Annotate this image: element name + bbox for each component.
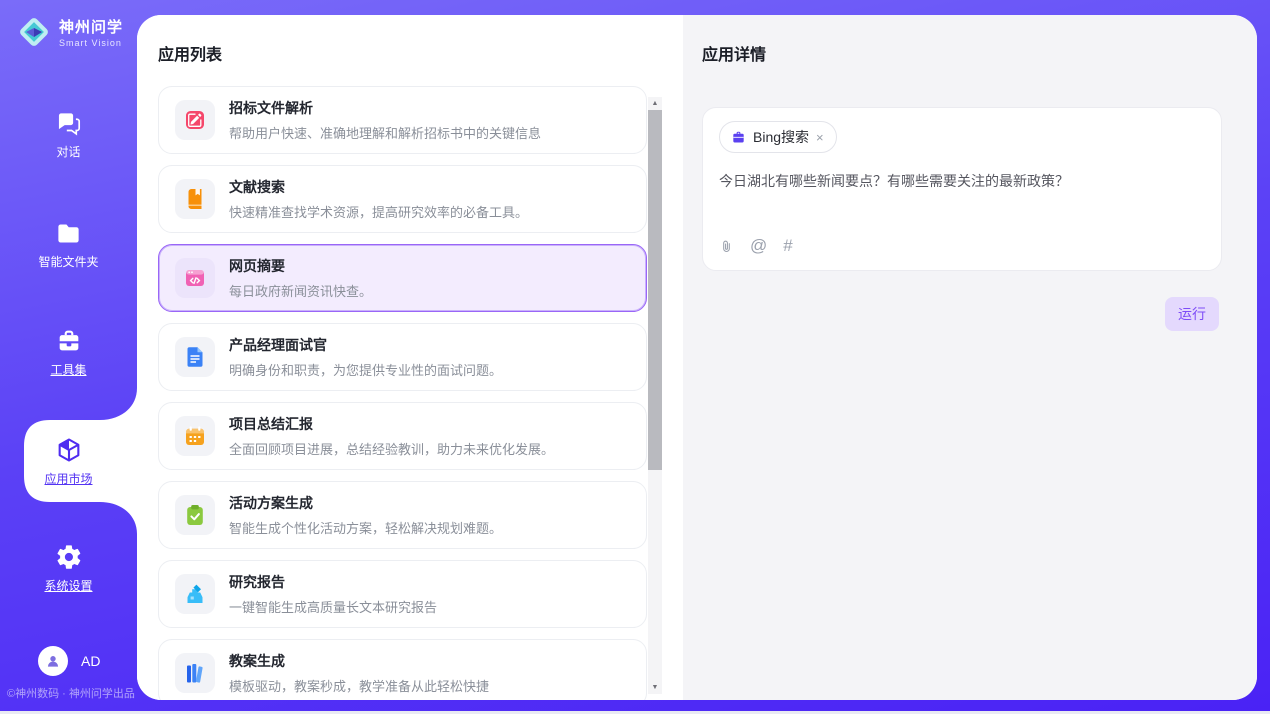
app-icon-container [175,416,215,456]
tool-tag-bing-search: Bing搜索 × [719,121,837,153]
app-card[interactable]: 活动方案生成 智能生成个性化活动方案，轻松解决规划难题。 [158,481,647,549]
sidebar-item-label: 智能文件夹 [38,253,98,270]
app-icon-container [175,653,215,693]
app-detail-title: 应用详情 [702,41,1222,65]
app-name: 教案生成 [229,651,489,671]
app-icon-container [175,495,215,535]
sidebar-item-label: 工具集 [50,361,86,378]
app-description: 全面回顾项目进展，总结经验教训，助力未来优化发展。 [229,439,554,458]
scrollbar-down-icon[interactable]: ▼ [648,681,662,694]
scrollbar-track[interactable]: ▲ ▼ [648,97,662,694]
app-card[interactable]: 教案生成 模板驱动，教案秒成，教学准备从此轻松快捷 [158,639,647,700]
sidebar-item-smart-folder[interactable]: 智能文件夹 [0,220,137,270]
app-card[interactable]: 文献搜索 快速精准查找学术资源，提高研究效率的必备工具。 [158,165,647,233]
cube-icon [55,436,83,464]
calendar-icon [183,424,207,448]
app-name: 研究报告 [229,572,437,592]
user-initials: AD [81,653,100,669]
hash-icon[interactable]: # [783,236,792,256]
app-description: 模板驱动，教案秒成，教学准备从此轻松快捷 [229,676,489,695]
app-description: 一键智能生成高质量长文本研究报告 [229,597,437,616]
brand-logo-icon [16,14,52,50]
ink-pen-icon [183,582,207,606]
app-icon-container [175,100,215,140]
sidebar-item-label: 应用市场 [44,470,92,487]
user-icon [44,652,62,670]
app-name: 产品经理面试官 [229,335,502,355]
app-card[interactable]: 招标文件解析 帮助用户快速、准确地理解和解析招标书中的关键信息 [158,86,647,154]
sidebar-item-settings[interactable]: 系统设置 [0,543,137,594]
sidebar-item-chat[interactable]: 对话 [0,110,137,160]
chat-icon [55,110,82,137]
main-window: 应用列表 招标文件解析 帮助用户快速、准确地理解和解析招标书中的关键信息 文献搜… [137,15,1257,700]
app-description: 帮助用户快速、准确地理解和解析招标书中的关键信息 [229,123,541,142]
edit-doc-icon [183,108,207,132]
app-list-panel: 应用列表 招标文件解析 帮助用户快速、准确地理解和解析招标书中的关键信息 文献搜… [137,15,683,700]
app-icon-container [175,258,215,298]
mention-icon[interactable]: @ [750,236,767,256]
folder-icon [55,220,82,247]
sidebar-item-label: 对话 [56,143,80,160]
app-icon-container [175,337,215,377]
sidebar-item-label: 系统设置 [44,577,92,594]
app-icon-container [175,574,215,614]
user-account[interactable]: AD [38,646,100,676]
briefcase-icon [731,130,746,145]
brand-subtitle: Smart Vision [59,38,123,48]
app-description: 快速精准查找学术资源，提高研究效率的必备工具。 [229,202,528,221]
app-name: 招标文件解析 [229,98,541,118]
sidebar-item-toolbox[interactable]: 工具集 [0,327,137,378]
run-button[interactable]: 运行 [1165,297,1219,331]
gear-icon [55,543,83,571]
app-name: 活动方案生成 [229,493,502,513]
app-name: 网页摘要 [229,256,372,276]
tool-tag-label: Bing搜索 [753,127,809,147]
brand: 神州问学 Smart Vision [16,14,123,50]
app-card[interactable]: 网页摘要 每日政府新闻资讯快查。 [158,244,647,312]
books-icon [183,661,207,685]
app-description: 明确身份和职责，为您提供专业性的面试问题。 [229,360,502,379]
app-list-title: 应用列表 [158,41,647,65]
app-card[interactable]: 研究报告 一键智能生成高质量长文本研究报告 [158,560,647,628]
book-icon [183,187,207,211]
app-card[interactable]: 项目总结汇报 全面回顾项目进展，总结经验教训，助力未来优化发展。 [158,402,647,470]
app-run-card: Bing搜索 × 今日湖北有哪些新闻要点？有哪些需要关注的最新政策？ @ # [702,107,1222,271]
app-icon-container [175,179,215,219]
attachment-icon[interactable] [719,238,734,255]
tag-close-icon[interactable]: × [816,131,824,144]
app-list-items: 招标文件解析 帮助用户快速、准确地理解和解析招标书中的关键信息 文献搜索 快速精… [158,86,647,700]
interview-icon [183,345,207,369]
app-name: 项目总结汇报 [229,414,554,434]
query-input[interactable]: 今日湖北有哪些新闻要点？有哪些需要关注的最新政策？ [719,171,1205,236]
app-card[interactable]: 产品经理面试官 明确身份和职责，为您提供专业性的面试问题。 [158,323,647,391]
app-description: 智能生成个性化活动方案，轻松解决规划难题。 [229,518,502,537]
app-detail-panel: 应用详情 Bing搜索 × 今日湖北有哪些新闻要点？有哪些需要关注的最新政策？ … [683,15,1257,700]
browser-code-icon [183,266,207,290]
brand-name: 神州问学 [59,16,123,37]
scrollbar-up-icon[interactable]: ▲ [648,97,662,110]
app-description: 每日政府新闻资讯快查。 [229,281,372,300]
toolbox-icon [55,327,83,355]
app-name: 文献搜索 [229,177,528,197]
sidebar: 神州问学 Smart Vision 对话 智能文件夹 工具集 [0,0,137,711]
avatar [38,646,68,676]
sidebar-item-app-market[interactable]: 应用市场 [0,388,137,534]
input-toolbar: @ # [719,236,1205,260]
sidebar-footer: ©神州数码 · 神州问学出品 [7,685,137,701]
scrollbar-thumb[interactable] [648,110,662,470]
clipboard-check-icon [183,503,207,527]
